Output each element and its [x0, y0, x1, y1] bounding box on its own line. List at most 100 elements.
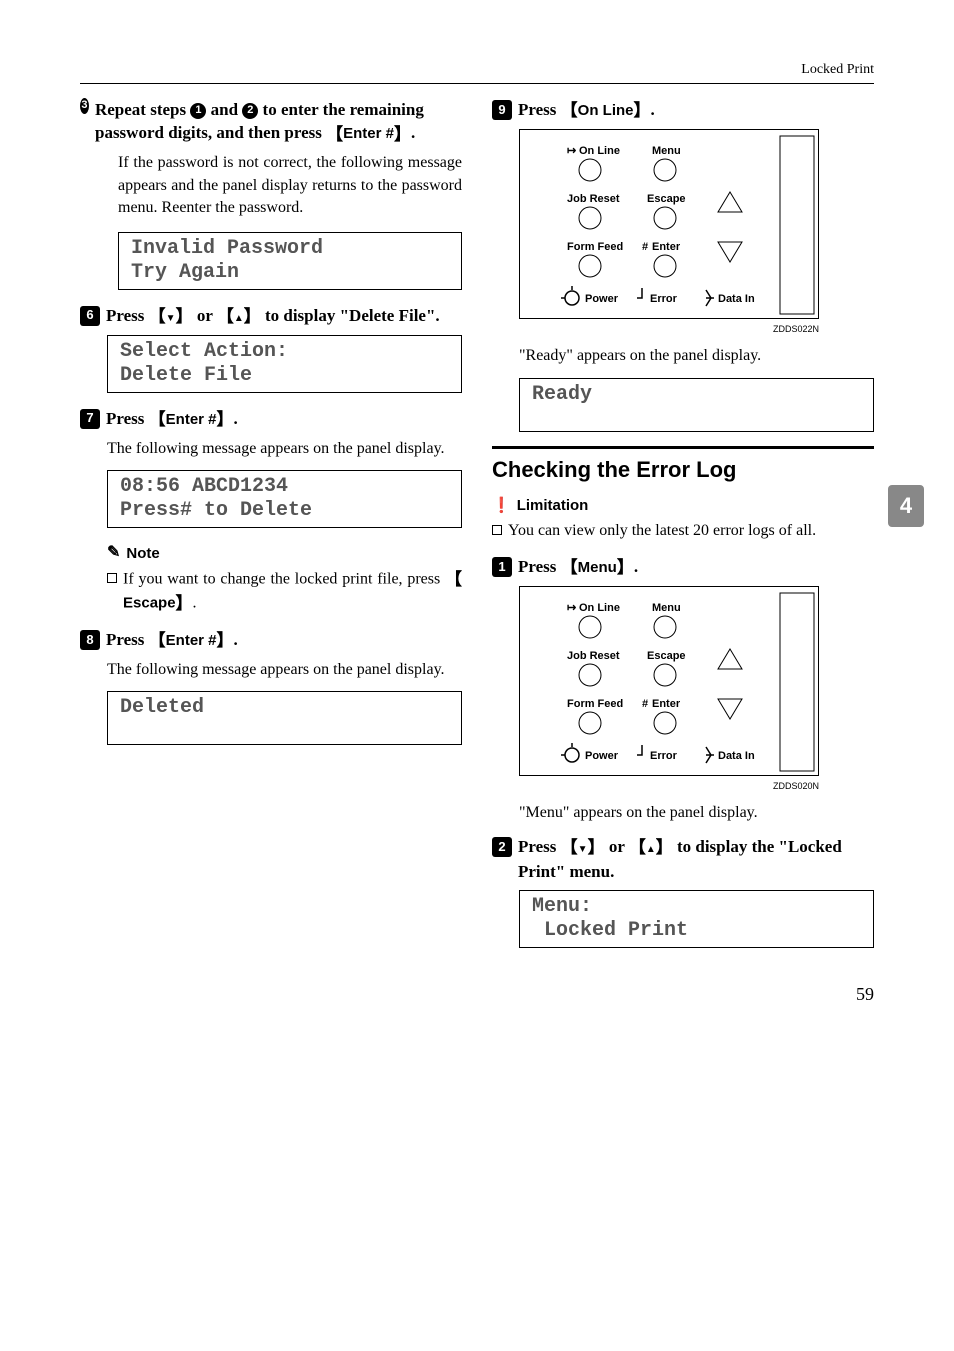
step-2-head: Press 【】 or 【】 to display the "Locked Pr…	[518, 835, 874, 884]
t: Press	[106, 409, 149, 428]
right-column: 9 Press 【On Line】. ↦On Line Menu Job Res…	[492, 98, 874, 962]
svg-text:Menu: Menu	[652, 145, 681, 157]
down-arrow-icon	[166, 306, 176, 325]
step-6-head: Press 【】 or 【】 to display "Delete File".	[106, 304, 440, 329]
svg-text:Enter: Enter	[652, 698, 681, 710]
svg-text:Error: Error	[650, 750, 678, 762]
step-9: 9 Press 【On Line】.	[492, 98, 874, 123]
key-enter: Enter #	[166, 632, 217, 649]
up-arrow-icon	[234, 306, 244, 325]
note-body: If you want to change the locked print f…	[107, 568, 462, 616]
step-1-head: Press 【Menu】.	[518, 555, 638, 580]
lcd-ready: Ready	[519, 378, 874, 432]
svg-text:Data In: Data In	[718, 293, 755, 305]
step-number-1: 1	[492, 557, 512, 577]
step-8: 8 Press 【Enter #】.	[80, 628, 462, 653]
panel-code-1: ZDDS022N	[519, 323, 819, 336]
svg-text:↦: ↦	[567, 602, 576, 614]
key-enter: Enter #	[166, 411, 217, 428]
t: Repeat steps	[95, 100, 190, 119]
step-1-body: "Menu" appears on the panel display.	[519, 802, 874, 824]
step-1: 1 Press 【Menu】.	[492, 555, 874, 580]
ref-1-icon: 1	[190, 103, 206, 119]
svg-text:Error: Error	[650, 293, 678, 305]
printer-panel-diagram-2: ↦On Line Menu Job Reset Escape Form Feed…	[519, 586, 819, 776]
limitation-body: You can view only the latest 20 error lo…	[492, 520, 874, 542]
t: to display "Delete File".	[265, 306, 440, 325]
t: Press	[106, 630, 149, 649]
svg-text:Escape: Escape	[647, 193, 686, 205]
lcd-press-delete: 08:56 ABCD1234 Press# to Delete	[107, 470, 462, 528]
lcd-select-action: Select Action: Delete File	[107, 335, 462, 393]
step-7-head: Press 【Enter #】.	[106, 407, 238, 432]
panel-code-2: ZDDS020N	[519, 780, 819, 793]
svg-text:Job Reset: Job Reset	[567, 650, 620, 662]
svg-text:On Line: On Line	[579, 602, 620, 614]
lcd-invalid-password: Invalid Password Try Again	[118, 232, 462, 290]
key-menu: Menu	[578, 559, 617, 576]
step-8-head: Press 【Enter #】.	[106, 628, 238, 653]
svg-text:Data In: Data In	[718, 750, 755, 762]
bullet-icon	[107, 573, 117, 583]
svg-text:Enter: Enter	[652, 241, 681, 253]
substep-c-head: Repeat steps 1 and 2 to enter the remain…	[95, 98, 462, 147]
svg-text:Escape: Escape	[647, 650, 686, 662]
t: and	[211, 100, 243, 119]
lcd-deleted: Deleted	[107, 691, 462, 745]
left-column: 3 Repeat steps 1 and 2 to enter the rema…	[80, 98, 462, 962]
up-arrow-icon	[646, 837, 656, 856]
step-9-head: Press 【On Line】.	[518, 98, 655, 123]
down-arrow-icon	[578, 837, 588, 856]
t: If you want to change the locked print f…	[123, 571, 445, 588]
limitation-icon	[492, 495, 511, 516]
step-2: 2 Press 【】 or 【】 to display the "Locked …	[492, 835, 874, 884]
note-heading: Note	[107, 542, 462, 564]
svg-text:On Line: On Line	[579, 145, 620, 157]
ref-2-icon: 2	[242, 103, 258, 119]
t: or	[609, 837, 629, 856]
svg-text:Form Feed: Form Feed	[567, 698, 623, 710]
side-tab-chapter: 4	[888, 485, 924, 527]
step-number-7: 7	[80, 409, 100, 429]
step-8-body: The following message appears on the pan…	[107, 659, 462, 681]
step-number-8: 8	[80, 630, 100, 650]
key-escape: Escape	[123, 595, 176, 612]
pencil-icon	[107, 542, 120, 564]
page-number: 59	[80, 982, 874, 1007]
step-9-body: "Ready" appears on the panel display.	[519, 345, 874, 367]
key-online: On Line	[578, 102, 634, 119]
step-number-9: 9	[492, 100, 512, 120]
limitation-heading: Limitation	[492, 495, 874, 516]
t: You can view only the latest 20 error lo…	[508, 520, 816, 542]
t: Press	[518, 837, 561, 856]
substep-c: 3 Repeat steps 1 and 2 to enter the rema…	[80, 98, 462, 147]
svg-text:Power: Power	[585, 293, 619, 305]
svg-text:#: #	[642, 698, 648, 710]
bullet-icon	[492, 525, 502, 535]
svg-text:#: #	[642, 241, 648, 253]
svg-text:Job Reset: Job Reset	[567, 193, 620, 205]
svg-text:Power: Power	[585, 750, 619, 762]
t: Press	[518, 557, 561, 576]
step-number-6: 6	[80, 306, 100, 326]
svg-text:↦: ↦	[567, 145, 576, 157]
substep-c-body: If the password is not correct, the foll…	[118, 152, 462, 219]
step-7: 7 Press 【Enter #】.	[80, 407, 462, 432]
step-6: 6 Press 【】 or 【】 to display "Delete File…	[80, 304, 462, 329]
t: Press	[106, 306, 149, 325]
step-7-body: The following message appears on the pan…	[107, 438, 462, 460]
printer-panel-diagram: ↦On Line Menu Job Reset Escape Form Feed…	[519, 129, 819, 319]
note-label: Note	[126, 543, 159, 564]
substep-number-3: 3	[80, 98, 89, 114]
header-rule: Locked Print	[80, 60, 874, 84]
svg-text:Menu: Menu	[652, 602, 681, 614]
header-title: Locked Print	[80, 60, 874, 80]
key-enter: Enter #	[343, 125, 394, 142]
t: Press	[518, 100, 561, 119]
step-number-2: 2	[492, 837, 512, 857]
svg-text:Form Feed: Form Feed	[567, 241, 623, 253]
limitation-label: Limitation	[517, 495, 589, 516]
lcd-locked-print: Menu: Locked Print	[519, 890, 874, 948]
section-checking-error-log: Checking the Error Log	[492, 446, 874, 486]
t: or	[197, 306, 217, 325]
